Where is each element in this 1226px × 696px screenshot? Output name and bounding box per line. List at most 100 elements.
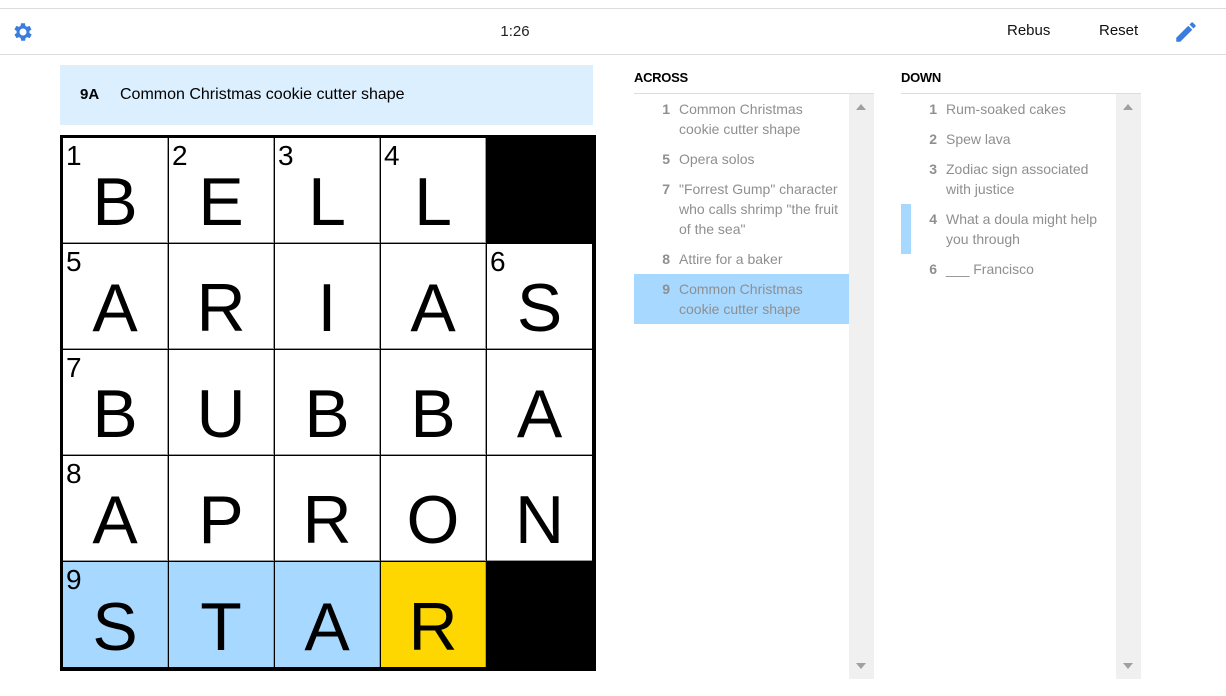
down-clue-item[interactable]: 4 What a doula might help you through: [901, 204, 1116, 254]
cell-letter: A: [92, 270, 138, 346]
grid-cell[interactable]: U: [169, 350, 274, 455]
across-clue-item[interactable]: 1 Common Christmas cookie cutter shape: [634, 94, 849, 144]
clue-number: 4: [929, 211, 937, 227]
across-clue-item[interactable]: 9 Common Christmas cookie cutter shape: [634, 274, 849, 324]
across-clue-item[interactable]: 5 Opera solos: [634, 144, 849, 174]
across-clue-list: 1 Common Christmas cookie cutter shape 5 Op…: [634, 93, 874, 679]
across-clue-item[interactable]: 7 "Forrest Gump" character who calls shri…: [634, 174, 849, 244]
cell-number: 8: [66, 458, 82, 489]
grid-cell[interactable]: R: [169, 244, 274, 349]
clue-number: 8: [662, 251, 670, 267]
grid-cell[interactable]: T: [169, 562, 274, 667]
cell-letter: R: [302, 482, 352, 558]
cell-number: 9: [66, 564, 82, 595]
cell-letter: R: [408, 589, 458, 665]
scroll-up-icon[interactable]: [1123, 104, 1133, 110]
timer: 1:26: [500, 23, 530, 40]
clue-text: Common Christmas cookie cutter shape: [679, 281, 803, 317]
grid-cell[interactable]: P: [169, 456, 274, 561]
clue-text: Zodiac sign associated with justice: [946, 161, 1089, 197]
black-cell: [487, 562, 592, 667]
cell-letter: P: [198, 482, 244, 558]
grid-cell[interactable]: 7B: [63, 350, 168, 455]
down-clue-item[interactable]: 6 ___ Francisco: [901, 254, 1116, 284]
clue-number: 7: [662, 181, 670, 197]
cell-letter: E: [198, 164, 244, 240]
grid-cell[interactable]: 3L: [275, 138, 380, 243]
cell-letter: A: [304, 589, 350, 665]
down-title: DOWN: [901, 70, 941, 85]
grid-cell[interactable]: A: [381, 244, 486, 349]
down-clue-item[interactable]: 2 Spew lava: [901, 124, 1116, 154]
cell-letter: B: [410, 376, 456, 452]
reset-button[interactable]: Reset: [1099, 22, 1138, 39]
scroll-up-icon[interactable]: [856, 104, 866, 110]
clue-text: Rum-soaked cakes: [946, 101, 1066, 117]
clue-text: "Forrest Gump" character who calls shrim…: [679, 181, 839, 237]
toolbar: 1:26 Rebus Reset: [0, 9, 1226, 55]
current-clue-label: 9A: [80, 86, 100, 103]
cell-letter: A: [92, 482, 138, 558]
clue-number: 1: [662, 101, 670, 117]
clue-number: 2: [929, 131, 937, 147]
down-clue-item[interactable]: 1 Rum-soaked cakes: [901, 94, 1116, 124]
across-clue-item[interactable]: 8 Attire for a baker: [634, 244, 849, 274]
cell-letter: B: [92, 376, 138, 452]
grid-cell[interactable]: R: [275, 456, 380, 561]
cell-letter: S: [516, 270, 563, 346]
grid-cell[interactable]: 6S: [487, 244, 592, 349]
cell-letter: R: [196, 270, 246, 346]
grid-cell[interactable]: O: [381, 456, 486, 561]
current-clue-bar: 9A Common Christmas cookie cutter shape: [60, 65, 593, 125]
down-clue-list: 1 Rum-soaked cakes 2 Spew lava 3 Zodiac sign …: [901, 93, 1141, 679]
clue-text: ___ Francisco: [946, 261, 1034, 277]
rebus-button[interactable]: Rebus: [1007, 22, 1050, 39]
cell-letter: B: [92, 164, 138, 240]
clue-number: 3: [929, 161, 937, 177]
current-clue-text: Common Christmas cookie cutter shape: [120, 86, 405, 103]
grid-cell[interactable]: A: [275, 562, 380, 667]
grid-cell[interactable]: B: [381, 350, 486, 455]
scroll-down-icon[interactable]: [1123, 663, 1133, 669]
cell-letter: L: [308, 164, 346, 240]
grid-cell[interactable]: A: [487, 350, 592, 455]
cell-number: 2: [172, 140, 188, 171]
grid-cell[interactable]: N: [487, 456, 592, 561]
grid-cell[interactable]: 9S: [63, 562, 168, 667]
cell-number: 4: [384, 140, 400, 171]
grid-cell[interactable]: 8A: [63, 456, 168, 561]
cell-letter: I: [317, 270, 337, 346]
cell-letter: S: [92, 589, 138, 665]
scroll-down-icon[interactable]: [856, 663, 866, 669]
down-clue-item[interactable]: 3 Zodiac sign associated with justice: [901, 154, 1116, 204]
pencil-icon[interactable]: [1173, 19, 1199, 45]
grid-cell[interactable]: 4L: [381, 138, 486, 243]
across-title: ACROSS: [634, 70, 688, 85]
down-scrollbar[interactable]: [1116, 94, 1141, 679]
cell-letter: T: [200, 589, 242, 665]
cell-letter: L: [414, 164, 452, 240]
grid-cell[interactable]: 1B: [63, 138, 168, 243]
grid-cell[interactable]: 2E: [169, 138, 274, 243]
grid-cell[interactable]: R: [381, 562, 486, 667]
grid-cell[interactable]: I: [275, 244, 380, 349]
black-cell: [487, 138, 592, 243]
cell-number: 6: [490, 246, 506, 277]
crossword-grid: 1B2E3L4L5ARIA6S7BUBBA8APRON9STAR: [60, 135, 596, 671]
clue-number: 5: [662, 151, 670, 167]
grid-cell[interactable]: 5A: [63, 244, 168, 349]
cell-letter: A: [516, 376, 563, 452]
cell-letter: B: [304, 376, 350, 452]
cell-number: 5: [66, 246, 82, 277]
clue-text: Attire for a baker: [679, 251, 783, 267]
cell-letter: O: [406, 482, 460, 558]
clue-text: Common Christmas cookie cutter shape: [679, 101, 803, 137]
grid-cell[interactable]: B: [275, 350, 380, 455]
across-scrollbar[interactable]: [849, 94, 874, 679]
cell-letter: N: [514, 482, 565, 558]
clue-text: Opera solos: [679, 151, 755, 167]
cell-number: 3: [278, 140, 294, 171]
cell-number: 1: [66, 140, 82, 171]
clue-number: 9: [662, 281, 670, 297]
clue-number: 1: [929, 101, 937, 117]
